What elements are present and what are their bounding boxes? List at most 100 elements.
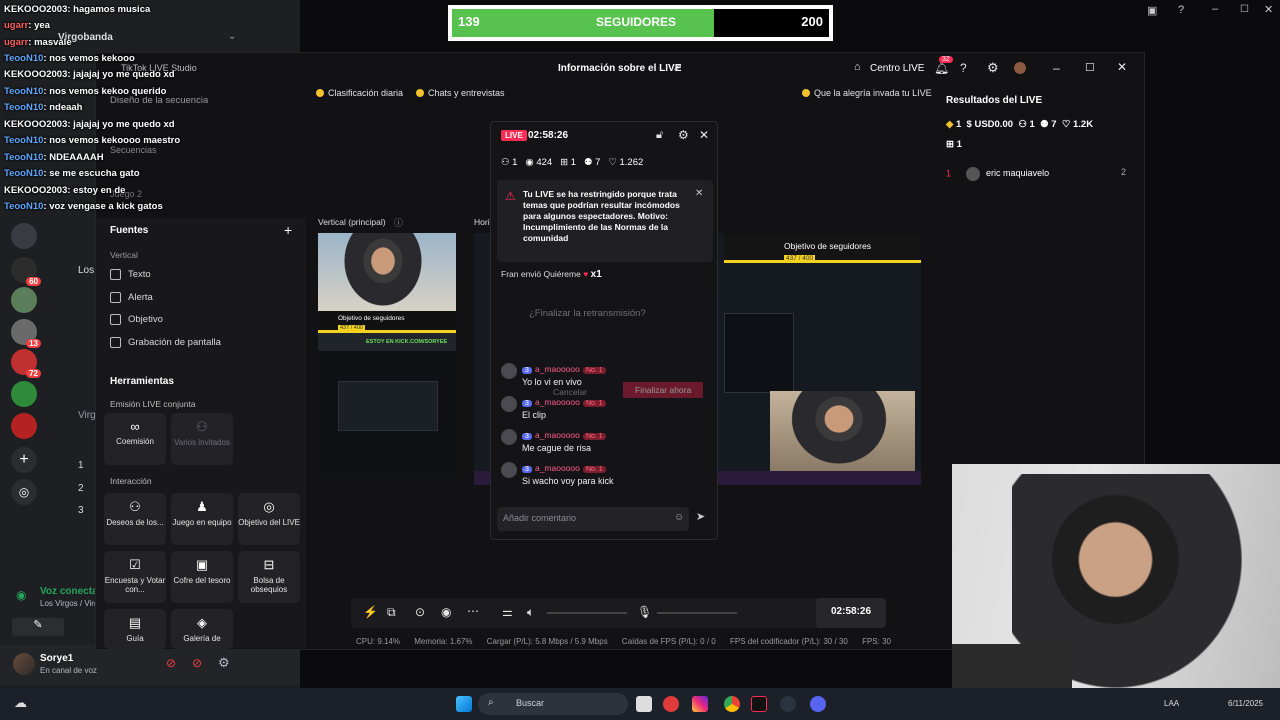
stream-button[interactable]: ✎ — [12, 618, 64, 636]
avatar[interactable] — [1014, 62, 1026, 74]
vertical-preview[interactable]: Objetivo de seguidores 437 / 400 ESTOY E… — [318, 233, 456, 478]
gear-icon[interactable]: ⚙ — [218, 655, 230, 671]
lock-icon[interactable]: 🔓︎ — [656, 129, 663, 142]
tile-cohost[interactable]: ∞ Coemisión — [104, 413, 166, 465]
help-icon[interactable]: ? — [1178, 4, 1184, 16]
tile-live-goal[interactable]: ◎ Objetivo del LIVE — [238, 493, 300, 545]
add-source-icon[interactable]: + — [284, 222, 292, 238]
add-server-icon[interactable]: + — [11, 447, 37, 473]
tile-multi-guest[interactable]: ⚇ Varios invitados — [171, 413, 233, 465]
steam-icon[interactable] — [780, 696, 796, 712]
comment-input[interactable]: Añadir comentario ☺ — [497, 507, 689, 531]
text-icon — [110, 269, 121, 280]
layout-icon[interactable]: ⧉ — [387, 605, 396, 620]
channel-label[interactable]: Virg — [78, 410, 96, 421]
close-icon[interactable]: ✕ — [1117, 60, 1127, 74]
chip-daily-ranking[interactable]: Clasificación diaria — [316, 88, 403, 98]
voice-slot[interactable]: 3 — [78, 505, 84, 516]
info-icon[interactable]: ⓘ — [394, 216, 403, 229]
source-goal[interactable]: Objetivo — [110, 314, 163, 325]
help-icon[interactable]: ? — [960, 61, 967, 75]
instagram-icon[interactable] — [692, 696, 708, 712]
close-icon[interactable]: ✕ — [1264, 3, 1273, 16]
source-screen[interactable]: Grabación de pantalla — [110, 337, 221, 348]
chevron-down-icon[interactable]: ⌄ — [228, 31, 236, 42]
close-icon[interactable]: ✕ — [695, 188, 703, 199]
settings-icon[interactable]: ⚙ — [678, 128, 689, 142]
source-alert[interactable]: Alerta — [110, 292, 153, 303]
language-indicator[interactable]: LAA — [1164, 699, 1179, 708]
server-icon[interactable] — [11, 287, 37, 313]
tile-team-game[interactable]: ♟ Juego en equipo — [171, 493, 233, 545]
mic-slider[interactable] — [657, 612, 737, 614]
tile-guide[interactable]: ▤ Guía — [104, 609, 166, 649]
chip-chats[interactable]: Chats y entrevistas — [416, 88, 505, 98]
home-icon[interactable]: ⌂ — [854, 61, 861, 73]
end-now-button[interactable]: Finalizar ahora — [623, 382, 704, 398]
minimize-icon[interactable]: – — [1053, 61, 1060, 75]
share-icon[interactable]: ⇗ — [673, 61, 682, 74]
sliders-icon[interactable]: ⚌ — [502, 605, 513, 619]
avatar[interactable] — [13, 653, 35, 675]
bell-icon[interactable]: 🔔︎ — [934, 61, 949, 75]
source-text[interactable]: Texto — [110, 269, 151, 280]
server-icon[interactable]: 60 — [11, 257, 41, 286]
record-icon[interactable]: ⊙ — [415, 605, 425, 619]
gear-icon[interactable]: ⚙ — [987, 60, 999, 76]
microphone-icon[interactable]: 🎙︎ — [637, 605, 652, 619]
magic-icon[interactable]: ⚡ — [363, 605, 378, 619]
more-icon[interactable]: ⋯ — [467, 604, 479, 618]
centro-live-link[interactable]: Centro LIVE — [870, 63, 924, 74]
send-icon[interactable]: ➤ — [696, 510, 705, 523]
voice-slot[interactable]: 1 — [78, 460, 84, 471]
tiktok-icon[interactable] — [751, 696, 767, 712]
channel-label[interactable]: Los — [78, 265, 94, 276]
tile-wishes[interactable]: ⚇ Deseos de los... — [104, 493, 166, 545]
mic-muted-icon[interactable]: ⊘ — [166, 656, 176, 670]
tile-gallery[interactable]: ◈ Galería de — [171, 609, 233, 649]
banner[interactable]: Que la alegría invada tu LIVE — [802, 88, 932, 98]
streamer-image — [784, 391, 894, 471]
maximize-icon[interactable]: ☐ — [1240, 4, 1249, 15]
level-badge: 3 — [522, 367, 532, 374]
tile-label: Cofre del tesoro — [173, 576, 231, 585]
close-icon[interactable]: ✕ — [699, 128, 709, 142]
webcam-feed — [952, 464, 1280, 688]
server-icon[interactable]: 72 — [11, 349, 41, 378]
server-icon[interactable] — [11, 223, 37, 249]
voice-slot[interactable]: 2 — [78, 483, 84, 494]
bag-icon: ⊟ — [263, 557, 275, 572]
explore-icon[interactable]: ◎ — [11, 479, 37, 505]
emoji-icon[interactable]: ☺ — [674, 512, 684, 523]
server-icon[interactable] — [11, 413, 37, 439]
top-gifter-row[interactable]: 1 eric maquiavelo 2 — [946, 167, 1136, 181]
volume-icon[interactable]: 🔈︎ — [527, 605, 534, 620]
tile-gift-bag[interactable]: ⊟ Bolsa de obsequios — [238, 551, 300, 603]
maximize-icon[interactable]: ☐ — [1085, 61, 1095, 74]
eye-icon: ◉ — [525, 157, 534, 168]
discord-icon[interactable] — [810, 696, 826, 712]
chat-text: Yo lo vi en vivo — [522, 377, 582, 387]
tile-poll[interactable]: ☑ Encuesta y Votar con... — [104, 551, 166, 603]
user-status: En canal de voz — [40, 666, 97, 675]
app-icon[interactable] — [663, 696, 679, 712]
camera-icon[interactable]: ◉ — [441, 605, 451, 619]
chrome-icon[interactable] — [724, 696, 740, 712]
user-name[interactable]: Sorye1 — [40, 653, 73, 664]
volume-slider[interactable] — [547, 612, 627, 614]
server-icon[interactable] — [11, 381, 37, 407]
clock-date[interactable]: 6/11/2025 — [1228, 699, 1263, 708]
server-icon[interactable]: 13 — [11, 319, 41, 348]
stat-views: 424 — [536, 157, 553, 168]
chat-user: a_maooooo — [534, 397, 580, 407]
desktop-icon[interactable]: ▣ — [1147, 4, 1157, 17]
headphones-muted-icon[interactable]: ⊘ — [192, 656, 202, 670]
gift-icon: ⊞ — [946, 139, 954, 150]
file-explorer-icon[interactable] — [636, 696, 652, 712]
minimize-icon[interactable]: – — [1212, 3, 1218, 15]
cloud-icon[interactable]: ☁ — [14, 695, 27, 711]
server-rail: 60 13 72 + ◎ — [0, 215, 48, 515]
windows-start-icon[interactable] — [456, 696, 472, 712]
taskbar-search[interactable]: ⌕ Buscar — [478, 693, 628, 715]
tile-treasure[interactable]: ▣ Cofre del tesoro — [171, 551, 233, 603]
